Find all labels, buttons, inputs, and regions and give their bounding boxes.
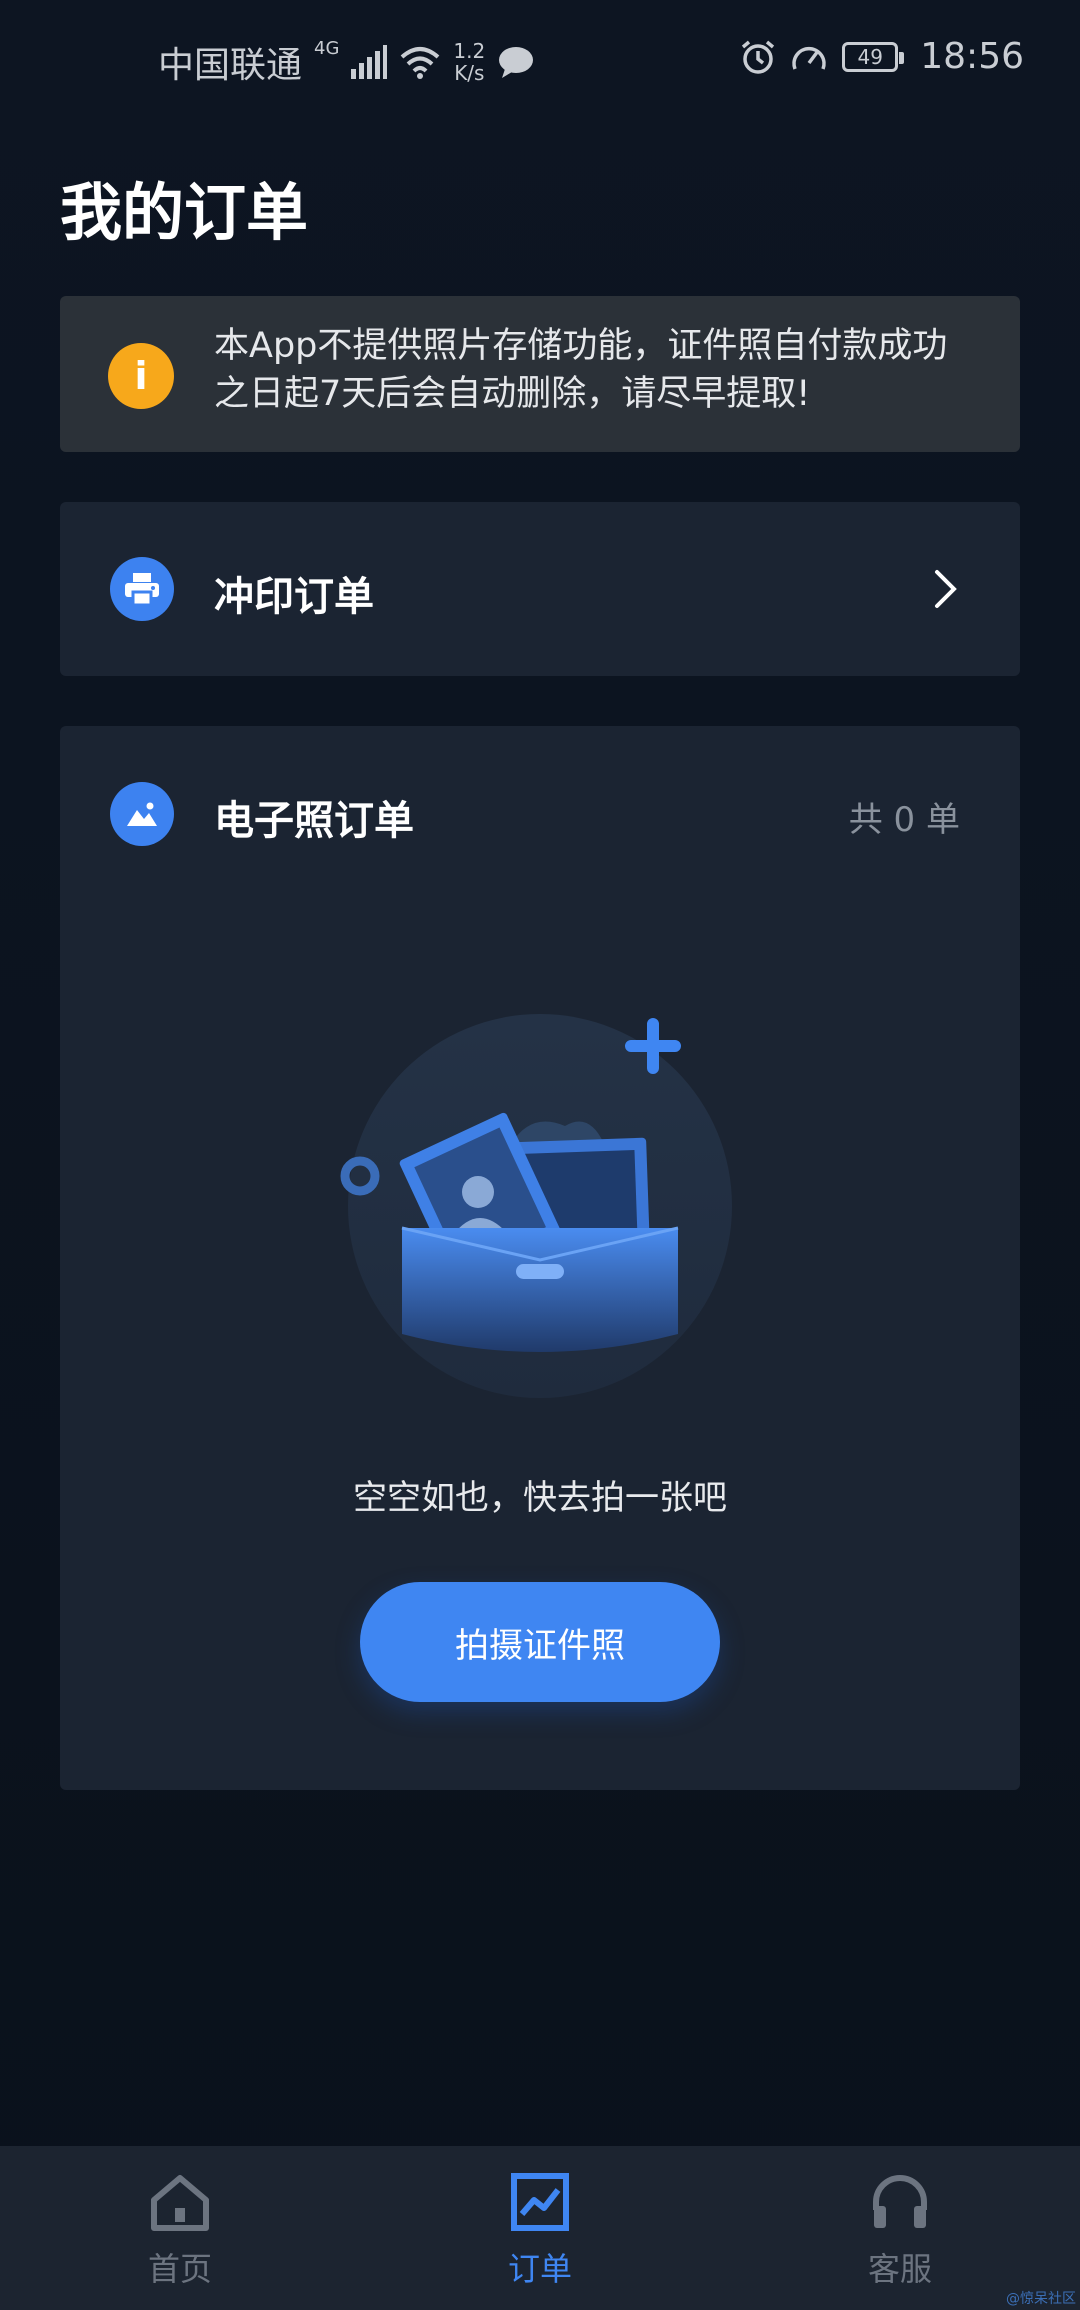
orders-chart-icon <box>511 2173 569 2231</box>
network-speed: 1.2 K/s <box>453 40 485 84</box>
watermark: @惊呆社区 <box>1006 2291 1076 2307</box>
notice-line-2: 之日起7天后会自动删除，请尽早提取! <box>214 374 811 414</box>
empty-box-illustration <box>340 1014 732 1398</box>
speed-value: 1.2 <box>453 39 486 63</box>
battery-level: 49 <box>857 44 883 69</box>
speed-unit: K/s <box>454 61 485 85</box>
network-type: 4G <box>314 37 340 59</box>
message-icon <box>499 47 534 78</box>
nav-label-service: 客服 <box>867 2250 932 2288</box>
info-icon-glyph: i <box>134 354 148 398</box>
print-orders-card[interactable]: 冲印订单 <box>60 502 1020 676</box>
headset-icon <box>873 2175 927 2228</box>
home-icon <box>151 2175 209 2231</box>
ephoto-orders-title: 电子照订单 <box>214 798 414 844</box>
empty-state-text: 空空如也，快去拍一张吧 <box>353 1478 727 1518</box>
image-icon <box>110 782 174 846</box>
chevron-right-icon <box>935 570 957 608</box>
carrier-name: 中国联通 <box>158 45 303 86</box>
take-id-photo-button[interactable]: 拍摄证件照 <box>360 1582 720 1702</box>
signal-icon <box>351 45 388 79</box>
info-icon: i <box>108 343 174 409</box>
speedometer-icon <box>792 46 826 70</box>
nav-item-orders[interactable]: 订单 <box>360 2146 720 2310</box>
status-left: 中国联通 4G 1.2 K/s <box>158 36 535 88</box>
battery-icon: 49 <box>842 41 905 72</box>
page-title: 我的订单 <box>60 176 309 249</box>
status-right: 49 18:56 <box>740 36 1024 77</box>
nav-label-orders: 订单 <box>507 2250 572 2288</box>
order-count: 共 0 单 <box>848 800 960 840</box>
print-orders-title: 冲印订单 <box>214 574 374 620</box>
nav-label-home: 首页 <box>147 2250 212 2288</box>
notice-banner: i 本App不提供照片存储功能，证件照自付款成功 之日起7天后会自动删除，请尽早… <box>60 296 1020 452</box>
nav-item-service[interactable]: 客服 <box>720 2146 1080 2310</box>
wifi-icon <box>401 47 440 79</box>
status-bar: 中国联通 4G 1.2 K/s 49 18:56 <box>0 0 1080 124</box>
clock: 18:56 <box>920 36 1024 77</box>
bottom-nav: 首页 订单 客服 @惊呆社区 <box>0 2146 1080 2310</box>
nav-item-home[interactable]: 首页 <box>0 2146 360 2310</box>
ephoto-orders-card: 电子照订单 共 0 单 空空如也，快去拍一张吧 拍摄证件照 <box>60 726 1020 1790</box>
alarm-icon <box>742 40 775 74</box>
notice-line-1: 本App不提供照片存储功能，证件照自付款成功 <box>214 326 948 366</box>
screen: 中国联通 4G 1.2 K/s 49 18:56 我的订单 i 本App不提供照… <box>0 0 1080 2310</box>
printer-icon <box>110 557 174 621</box>
notice-text: 本App不提供照片存储功能，证件照自付款成功 之日起7天后会自动删除，请尽早提取… <box>214 322 994 418</box>
